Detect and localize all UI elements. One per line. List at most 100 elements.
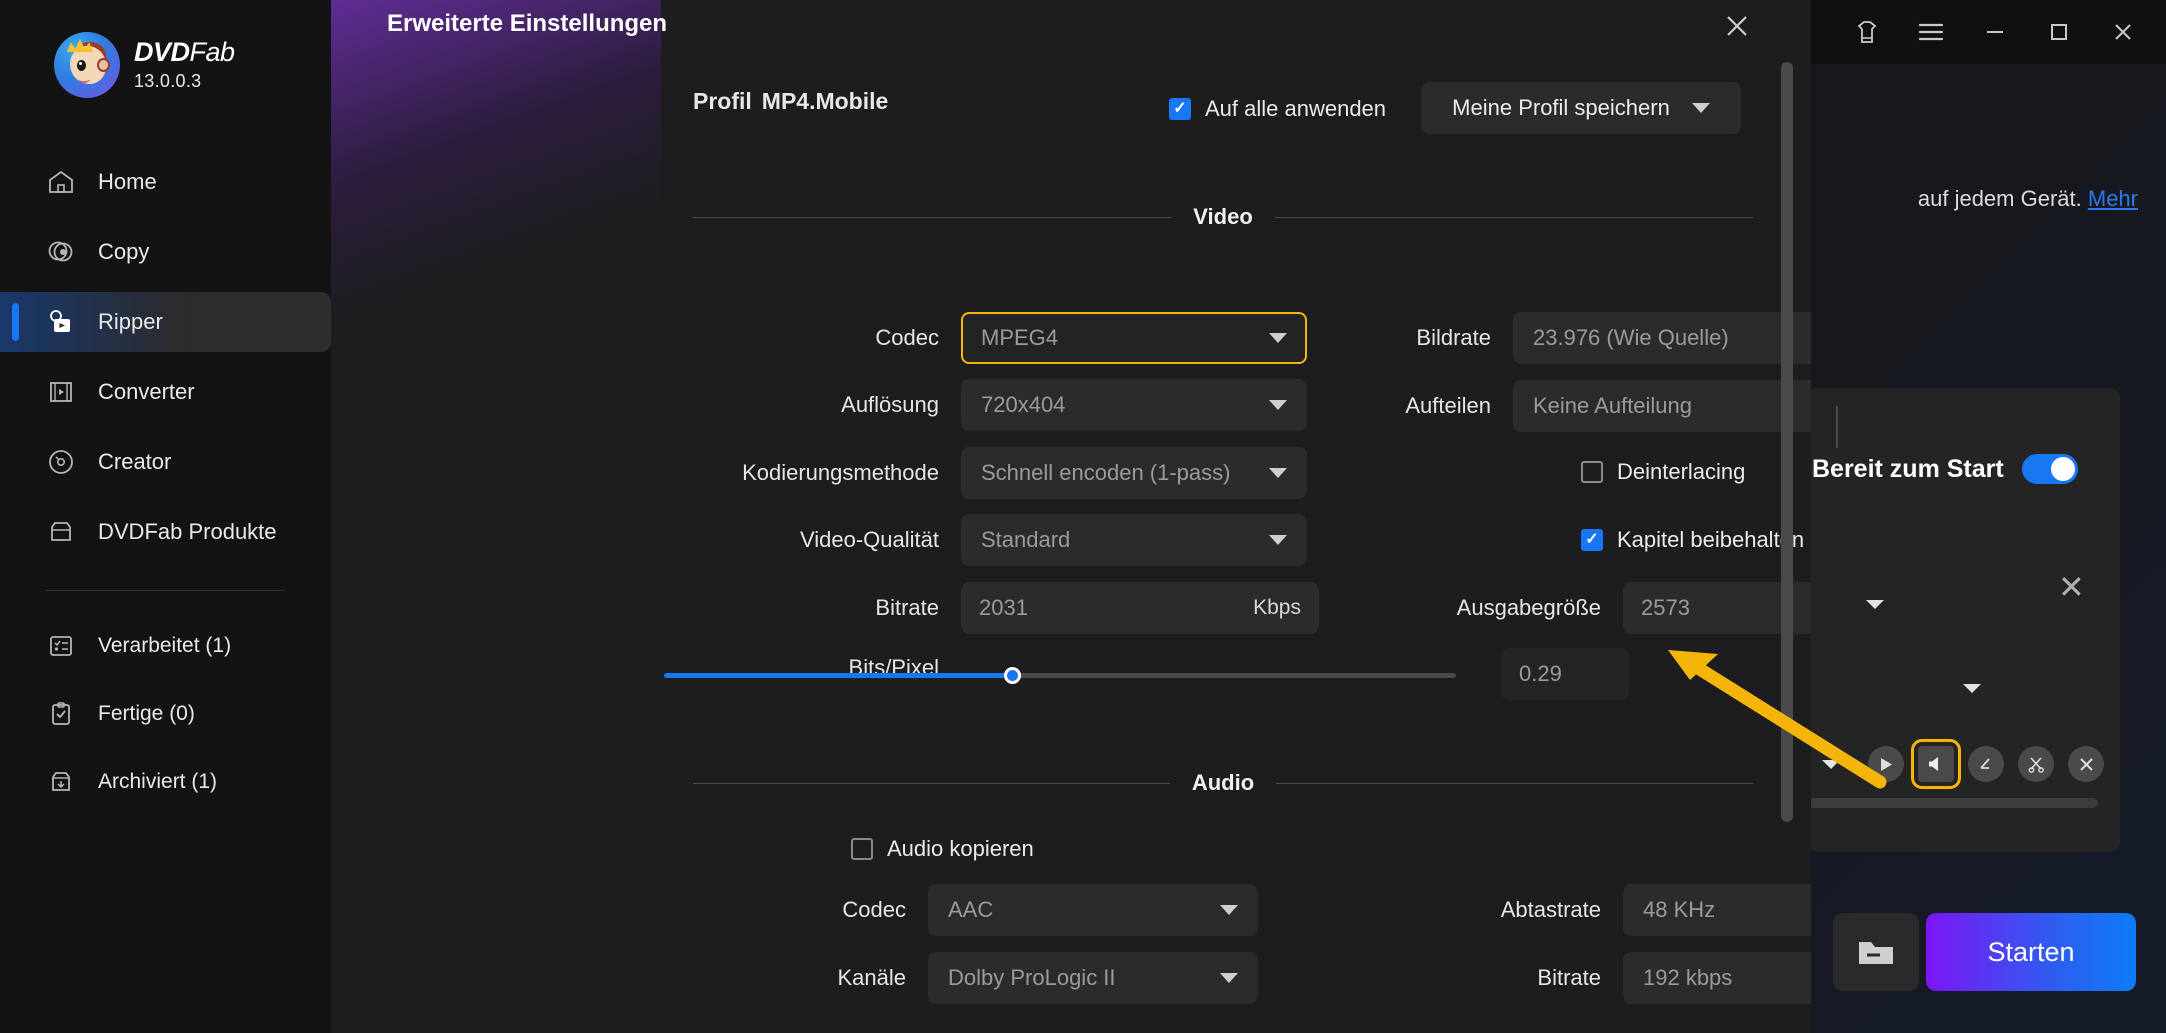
select-value: Schnell encoden (1-pass) xyxy=(981,460,1269,486)
maximize-icon[interactable] xyxy=(2044,17,2074,47)
sidebar-item-home[interactable]: Home xyxy=(0,152,331,212)
framerate-select[interactable]: 23.976 (Wie Quelle) xyxy=(1513,312,1811,364)
deinterlacing-checkbox[interactable]: Deinterlacing xyxy=(1581,459,1745,485)
field-aufteilen: Aufteilen Keine Aufteilung xyxy=(1161,380,1811,432)
brand-name: DVDFab xyxy=(134,38,235,66)
play-icon[interactable] xyxy=(1868,746,1904,782)
sidebar-item-archiviert[interactable]: Archiviert (1) xyxy=(0,753,331,811)
disc-icon xyxy=(46,447,76,477)
sidebar-item-dvdfab-produkte[interactable]: DVDFab Produkte xyxy=(0,502,331,562)
ready-to-start-row: Bereit zum Start xyxy=(1808,454,2120,484)
field-codec-audio: Codec AAC xyxy=(621,884,1321,936)
sidebar-nav: Home Copy Ripper Converter xyxy=(0,152,331,811)
dialog-glow xyxy=(331,0,661,330)
field-label: Kanäle xyxy=(621,965,906,991)
task-icon-toolbar xyxy=(1808,746,2120,782)
sidebar-item-label: Creator xyxy=(98,449,171,475)
slider-fill xyxy=(664,673,1012,678)
clipboard-check-icon xyxy=(46,699,76,729)
open-folder-button[interactable] xyxy=(1833,913,1919,991)
split-select[interactable]: Keine Aufteilung xyxy=(1513,380,1811,432)
checkbox-box xyxy=(1581,461,1603,483)
chevron-down-icon-1[interactable] xyxy=(1866,600,1884,609)
keep-chapters-checkbox[interactable]: Kapitel beibehalten xyxy=(1581,527,1804,553)
select-value: Keine Aufteilung xyxy=(1533,393,1811,419)
close-icon[interactable] xyxy=(2108,17,2138,47)
sidebar-item-fertige[interactable]: Fertige (0) xyxy=(0,685,331,743)
profile-label-group: ProfilMP4.Mobile xyxy=(693,88,888,115)
video-quality-select[interactable]: Standard xyxy=(961,514,1307,566)
sidebar-item-label: Converter xyxy=(98,379,195,405)
field-label: Ausgabegröße xyxy=(1281,595,1601,621)
audio-codec-select[interactable]: AAC xyxy=(928,884,1258,936)
scissors-icon[interactable] xyxy=(2018,746,2054,782)
select-value: 48 KHz xyxy=(1643,897,1811,923)
sample-rate-select[interactable]: 48 KHz xyxy=(1623,884,1811,936)
archive-icon xyxy=(46,767,76,797)
dialog-title: Erweiterte Einstellungen xyxy=(387,10,667,38)
bits-per-pixel-value[interactable]: 0.29 xyxy=(1501,648,1629,700)
start-button-label: Starten xyxy=(1987,937,2074,968)
audio-bitrate-select[interactable]: 192 kbps xyxy=(1623,952,1811,1004)
save-profile-label: Meine Profil speichern xyxy=(1452,95,1670,121)
minimize-icon[interactable] xyxy=(1980,17,2010,47)
chevron-down-icon xyxy=(1220,973,1238,983)
sidebar-divider xyxy=(46,590,285,591)
sidebar-item-verarbeitet[interactable]: Verarbeitet (1) xyxy=(0,617,331,675)
slider-knob[interactable] xyxy=(1004,667,1021,684)
task-card: Bereit zum Start ⊃ ✕ xyxy=(1808,388,2120,852)
input-value: 2031 xyxy=(979,595,1253,621)
dialog-scrollbar[interactable] xyxy=(1781,62,1793,822)
checkbox-label: Deinterlacing xyxy=(1617,459,1745,485)
app-logo xyxy=(54,32,120,98)
chevron-down-icon-2[interactable] xyxy=(1963,684,1981,693)
field-label: Codec xyxy=(621,325,939,351)
apply-to-all-checkbox[interactable]: Auf alle anwenden xyxy=(1169,96,1386,122)
field-bitrate-audio: Bitrate 192 kbps xyxy=(1281,952,1811,1004)
encoding-method-select[interactable]: Schnell encoden (1-pass) xyxy=(961,447,1307,499)
promo-more-link[interactable]: Mehr xyxy=(2088,186,2138,211)
ready-toggle[interactable] xyxy=(2022,454,2078,484)
shirt-icon[interactable] xyxy=(1852,17,1882,47)
home-icon xyxy=(46,167,76,197)
menu-icon[interactable] xyxy=(1916,17,1946,47)
chevron-down-icon-3[interactable] xyxy=(1822,760,1840,769)
close-icon-task[interactable]: ✕ xyxy=(2058,568,2085,606)
close-icon[interactable] xyxy=(1717,6,1757,46)
copy-audio-checkbox[interactable]: Audio kopieren xyxy=(851,836,1034,862)
select-value: 23.976 (Wie Quelle) xyxy=(1533,325,1811,351)
bits-per-pixel-slider[interactable] xyxy=(664,673,1456,678)
sidebar-item-converter[interactable]: Converter xyxy=(0,362,331,422)
audio-channels-select[interactable]: Dolby ProLogic II xyxy=(928,952,1258,1004)
start-button[interactable]: Starten xyxy=(1926,913,2136,991)
checkbox-box xyxy=(1169,98,1191,120)
field-label: Kodierungsmethode xyxy=(621,460,939,486)
field-label: Video-Qualität xyxy=(621,527,939,553)
film-icon xyxy=(46,377,76,407)
checkbox-label: Kapitel beibehalten xyxy=(1617,527,1804,553)
sidebar-item-creator[interactable]: Creator xyxy=(0,432,331,492)
sidebar-item-ripper[interactable]: Ripper xyxy=(0,292,331,352)
toggle-knob xyxy=(2051,457,2075,481)
box-icon xyxy=(46,517,76,547)
bitrate-input[interactable]: 2031 Kbps xyxy=(961,582,1319,634)
field-label: Bitrate xyxy=(621,595,939,621)
field-label: Aufteilen xyxy=(1161,393,1491,419)
remove-icon[interactable] xyxy=(2068,746,2104,782)
field-label: Bildrate xyxy=(1161,325,1491,351)
task-thumbnail-edge xyxy=(1836,406,1838,448)
sidebar-item-label: Ripper xyxy=(98,309,163,335)
audio-icon[interactable] xyxy=(1918,746,1954,782)
sidebar-item-copy[interactable]: Copy xyxy=(0,222,331,282)
save-profile-button[interactable]: Meine Profil speichern xyxy=(1421,82,1741,134)
field-label: Bitrate xyxy=(1281,965,1601,991)
ripper-icon xyxy=(46,307,76,337)
select-value: Standard xyxy=(981,527,1269,553)
brand-block: DVDFab 13.0.0.3 xyxy=(0,0,331,98)
divider-line-right xyxy=(1275,217,1753,218)
profile-label: Profil xyxy=(693,88,752,114)
subtitle-icon[interactable] xyxy=(1968,746,2004,782)
task-progress-bar xyxy=(1808,798,2098,808)
audio-section-title: Audio xyxy=(1192,770,1254,796)
folder-icon xyxy=(1856,936,1896,968)
